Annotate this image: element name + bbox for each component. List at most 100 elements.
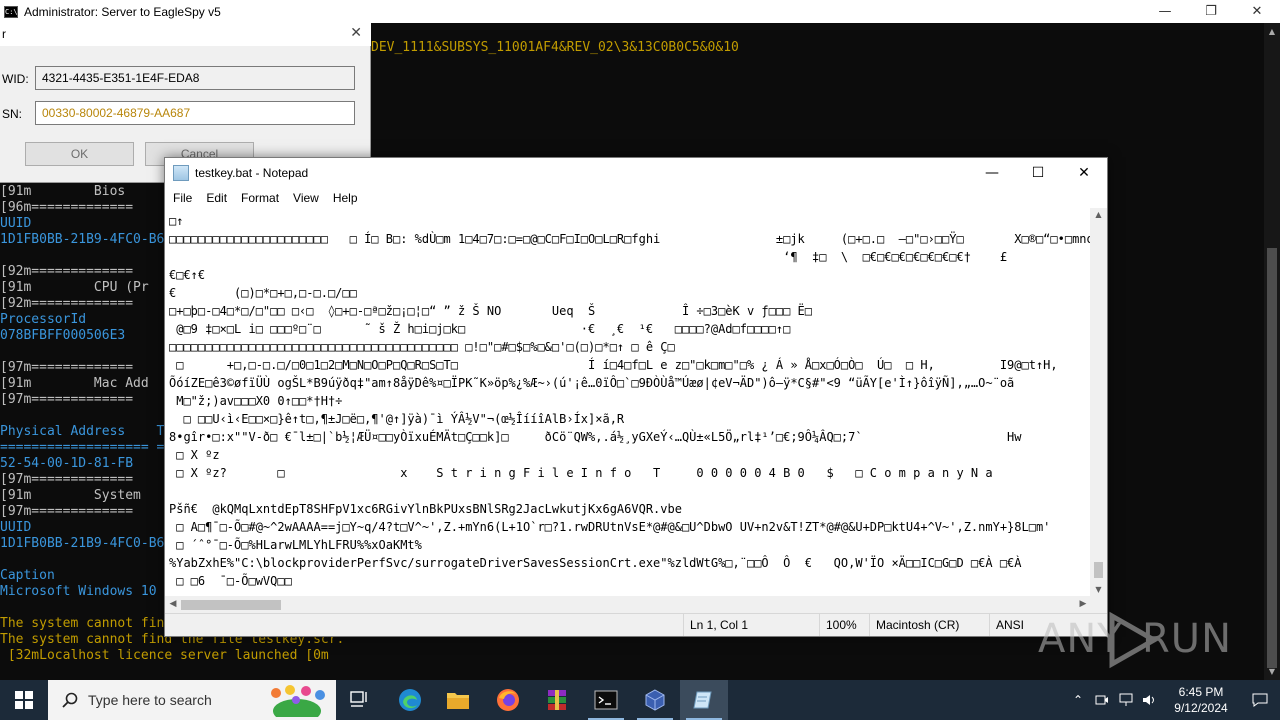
console-scrollbar[interactable]: ▲ ▼	[1264, 23, 1280, 680]
search-placeholder: Type here to search	[88, 692, 212, 708]
close-icon[interactable]: ✕	[1061, 158, 1107, 188]
console-line: [97m=============	[0, 472, 134, 487]
folder-icon	[447, 693, 469, 709]
console-line: 52-54-00-1D-81-FB	[0, 456, 134, 471]
scroll-down-arrow-icon[interactable]: ▼	[1267, 667, 1277, 676]
notepad-statusbar: Ln 1, Col 1 100% Macintosh (CR) ANSI	[165, 613, 1107, 636]
console-line: [92m=============	[0, 296, 134, 311]
taskbar: Type here to search ⌃ 6:45 PM 9/12/2024	[0, 680, 1280, 720]
taskbar-winrar[interactable]	[533, 680, 581, 720]
notepad-text-line: ‘¶ ‡□ \ □€□€□€□€□€□€□€† £	[169, 250, 1008, 264]
notepad-text-line: Pšñ€ @kQMqLxntdEpT8SHFpV1xc6RGivYlnBkPUx…	[169, 502, 682, 516]
sn-label: SN:	[2, 107, 23, 121]
notepad-text-line: □ □□U‹ì‹E□□×□}ê↑t□,¶±J□ë□,¶'@↑]ÿà)¯ì ÝÂ½…	[169, 412, 625, 426]
start-button[interactable]	[0, 680, 48, 720]
notepad-text-line: □ X ºz? □ x S t r i n g F i l e I n f o …	[169, 466, 993, 480]
meet-now-icon[interactable]	[1090, 680, 1114, 720]
notepad-text-line: € (□)□*□+□,□-□.□/□□	[169, 286, 357, 300]
close-icon[interactable]: ✕	[1234, 0, 1280, 23]
notepad-text-line: €□€↑€	[169, 268, 206, 282]
console-line: [32mLocalhost licence server launched [0…	[0, 648, 329, 663]
console-line: Caption	[0, 568, 55, 583]
notepad-titlebar[interactable]: testkey.bat - Notepad — ☐ ✕	[165, 158, 1107, 188]
notification-icon[interactable]	[1240, 680, 1280, 720]
console-line: [91m CPU (Pr	[0, 280, 149, 295]
dialog-title: r	[0, 23, 371, 46]
console-line: 078BFBFF000506E3	[0, 328, 126, 343]
anyrun-watermark: ANY RUN	[1038, 608, 1238, 672]
status-position: Ln 1, Col 1	[683, 614, 748, 636]
console-line: [92m=============	[0, 264, 134, 279]
console-titlebar[interactable]: C:\ Administrator: Server to EagleSpy v5…	[0, 0, 1280, 23]
console-line: [91m Mac Add	[0, 376, 149, 391]
notepad-text-line: □□□□□□□□□□□□□□□□□□□□□□ □ Í□ B□: %dÙ□m 1□…	[169, 232, 1091, 246]
console-line: Physical Address T	[0, 424, 165, 439]
notepad-hscroll-thumb[interactable]	[181, 600, 281, 610]
notepad-text-line: □ A□¶¯□-Õ□#@~^2wAAAA==j□Y~q/4?t□V^~',Z.+…	[169, 520, 1051, 534]
winrar-icon	[548, 690, 566, 710]
search-highlight-art-icon	[271, 685, 325, 717]
status-zoom: 100%	[819, 614, 857, 636]
taskbar-notepad[interactable]	[680, 680, 728, 720]
chevron-up-icon[interactable]: ⌃	[1066, 680, 1090, 720]
search-icon	[62, 692, 78, 708]
sn-field[interactable]: 00330-80002-46879-AA687	[35, 101, 355, 125]
notepad-icon	[173, 165, 189, 181]
scroll-up-arrow-icon[interactable]: ▲	[1090, 210, 1107, 219]
notepad-menubar: File Edit Format View Help	[165, 188, 1107, 208]
restore-icon[interactable]: ❐	[1188, 0, 1234, 23]
notepad-text-line: □ +□,□-□.□/□0□1□2□M□N□O□P□Q□R□S□T□ Í í□4…	[169, 358, 1091, 372]
console-line: Microsoft Windows 10	[0, 584, 157, 599]
status-encoding: ANSI	[989, 614, 1024, 636]
menu-help[interactable]: Help	[326, 191, 365, 205]
console-line: UUID	[0, 216, 32, 231]
firefox-icon	[497, 689, 519, 711]
console-line: [96m=============	[0, 200, 134, 215]
minimize-icon[interactable]: —	[969, 158, 1015, 188]
terminal-icon	[594, 690, 618, 710]
notepad-text-area[interactable]: □↑ □□□□□□□□□□□□□□□□□□□□□□ □ Í□ B□: %dÙ□m …	[165, 208, 1091, 596]
notepad-text-line: □ □6 ¯□-Õ□wVQ□□	[169, 574, 292, 588]
taskbar-console[interactable]	[582, 680, 630, 720]
notepad-vertical-scrollbar[interactable]: ▲ ▼	[1090, 208, 1107, 596]
notepad-vscroll-thumb[interactable]	[1094, 562, 1103, 578]
notepad-icon	[693, 691, 712, 709]
network-icon[interactable]	[1114, 680, 1138, 720]
task-view-icon	[350, 691, 367, 707]
scroll-down-arrow-icon[interactable]: ▼	[1090, 585, 1107, 594]
clock-date: 9/12/2024	[1174, 701, 1228, 715]
console-line: [97m=============	[0, 392, 134, 407]
menu-edit[interactable]: Edit	[199, 191, 234, 205]
taskbar-clock[interactable]: 6:45 PM 9/12/2024	[1162, 684, 1240, 716]
notepad-text-line: M□"ž;)av□□□X0 0↑□□*†H†÷	[169, 394, 343, 408]
scroll-up-arrow-icon[interactable]: ▲	[1267, 27, 1277, 36]
notepad-text-line	[169, 482, 1091, 500]
taskbar-firefox[interactable]	[484, 680, 532, 720]
notepad-text-line: ÕóíZE□ê3©øfïÜÙ ogŠL*B9úÿðq‡"am↑8åÿDê%¤□Ï…	[169, 376, 1015, 390]
ok-button[interactable]: OK	[25, 142, 134, 166]
minimize-icon[interactable]: —	[1142, 0, 1188, 23]
hwid-field[interactable]: 4321-4435-E351-1E4F-EDA8	[35, 66, 355, 90]
scroll-left-arrow-icon[interactable]: ◀	[165, 596, 181, 613]
notepad-horizontal-scrollbar[interactable]: ◀ ▶	[165, 596, 1091, 613]
notepad-window[interactable]: testkey.bat - Notepad — ☐ ✕ File Edit Fo…	[164, 157, 1108, 637]
menu-view[interactable]: View	[286, 191, 326, 205]
taskbar-search-box[interactable]: Type here to search	[48, 680, 336, 720]
volume-icon[interactable]	[1138, 680, 1162, 720]
system-tray: ⌃ 6:45 PM 9/12/2024	[1066, 680, 1280, 720]
task-view-button[interactable]	[336, 680, 384, 720]
maximize-icon[interactable]: ☐	[1015, 158, 1061, 188]
taskbar-edge[interactable]	[386, 680, 434, 720]
menu-file[interactable]: File	[166, 191, 199, 205]
console-app-icon: C:\	[4, 5, 18, 18]
console-line: [97m=============	[0, 504, 134, 519]
notepad-text-line: □□□□□□□□□□□□□□□□□□□□□□□□□□□□□□□□□□□□□□□□…	[169, 340, 675, 354]
menu-format[interactable]: Format	[234, 191, 286, 205]
taskbar-file-explorer[interactable]	[434, 680, 482, 720]
console-scroll-thumb[interactable]	[1267, 248, 1277, 668]
taskbar-app-cube[interactable]	[631, 680, 679, 720]
dialog-close-icon[interactable]: ✕	[350, 25, 362, 41]
console-line: 1D1FB0BB-21B9-4FC0-B6	[0, 232, 165, 247]
console-line: UUID	[0, 520, 32, 535]
notepad-title: testkey.bat - Notepad	[195, 166, 309, 180]
